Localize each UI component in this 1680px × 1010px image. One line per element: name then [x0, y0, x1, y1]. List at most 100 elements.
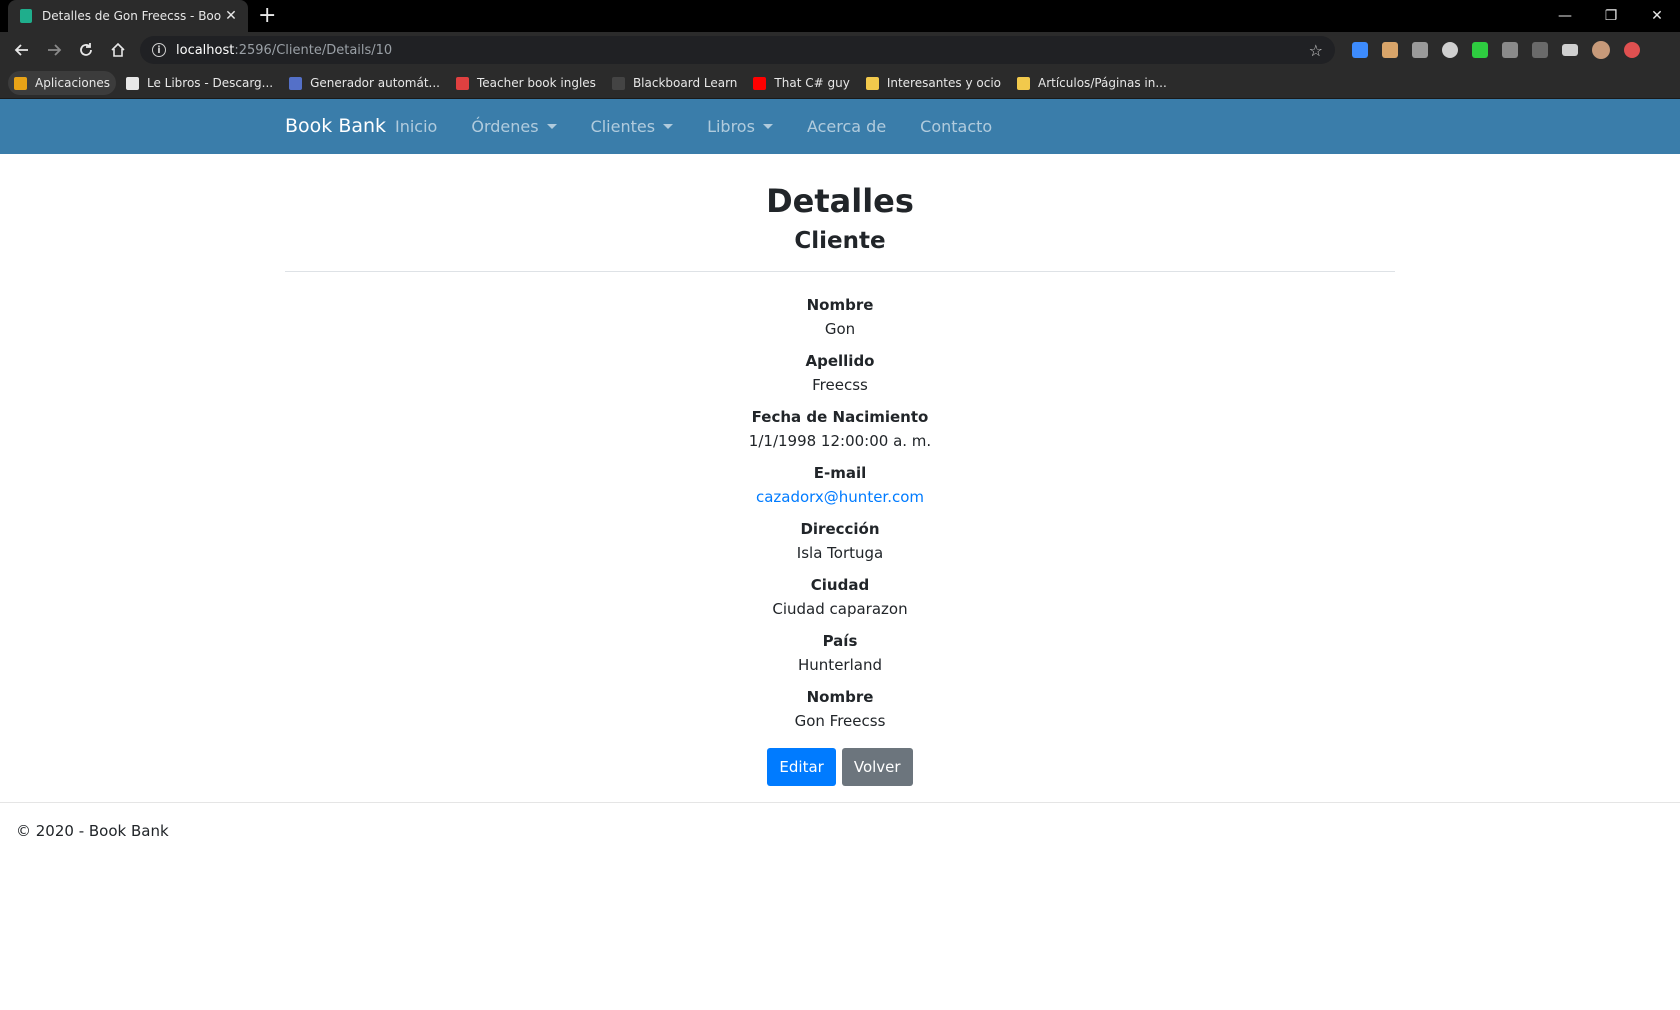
- field-value-email: cazadorx@hunter.com: [285, 485, 1395, 509]
- edit-button[interactable]: Editar: [767, 748, 836, 786]
- reload-icon: [80, 43, 92, 56]
- field-label-fecha-nacimiento: Fecha de Nacimiento: [751, 408, 929, 426]
- bookmark-label: Aplicaciones: [35, 76, 110, 90]
- field-label-apellido: Apellido: [805, 352, 875, 370]
- bookmark-label: That C# guy: [774, 76, 850, 90]
- nav-link-label: Contacto: [920, 117, 993, 136]
- address-bar[interactable]: i localhost:2596/Cliente/Details/10 ☆: [140, 36, 1335, 64]
- field-value-pais: Hunterland: [798, 656, 882, 674]
- forward-button[interactable]: [38, 34, 70, 66]
- caret-down-icon: [762, 124, 773, 129]
- nav-link-label: Clientes: [590, 117, 656, 136]
- field-label-pais: País: [822, 632, 858, 650]
- folder-icon: [865, 76, 879, 90]
- bookmark-apps[interactable]: Aplicaciones: [8, 71, 116, 95]
- back-link-button[interactable]: Volver: [841, 748, 913, 786]
- action-buttons: Editar Volver: [285, 748, 1395, 786]
- bookmark-label: Interesantes y ocio: [886, 76, 1001, 90]
- browser-toolbar: i localhost:2596/Cliente/Details/10 ☆: [0, 32, 1680, 68]
- field-label-nombre: Nombre: [806, 296, 874, 314]
- playlist-icon[interactable]: [1562, 44, 1578, 56]
- nav-dropdown-libros[interactable]: Libros: [707, 117, 773, 136]
- window-controls: — ❐ ✕: [1542, 0, 1680, 32]
- arrow-right-icon: [48, 44, 62, 56]
- home-button[interactable]: [102, 34, 134, 66]
- nav-links: Inicio Órdenes Clientes Libros Acerca de…: [395, 99, 1026, 154]
- field-value-ciudad: Ciudad caparazon: [772, 600, 908, 618]
- browser-tabstrip: Detalles de Gon Freecss - Book B ✕ + — ❐…: [0, 0, 1680, 32]
- field-value-apellido: Freecss: [812, 376, 868, 394]
- bookmarks-bar: Aplicaciones Le Libros - Descarg... Genera…: [0, 68, 1680, 99]
- extensions-area: [1345, 32, 1647, 68]
- extension-icon[interactable]: [1382, 42, 1398, 58]
- details-list: Nombre Gon Apellido Freecss Fecha de Nac…: [285, 293, 1395, 733]
- close-icon[interactable]: ✕: [222, 8, 240, 24]
- footer-text: © 2020 - Book Bank: [16, 822, 169, 840]
- avatar[interactable]: [1592, 41, 1610, 59]
- reload-button[interactable]: [70, 34, 102, 66]
- thumbs-up-icon[interactable]: [1472, 42, 1488, 58]
- bookmark-label: Le Libros - Descarg...: [146, 76, 274, 90]
- email-link[interactable]: cazadorx@hunter.com: [756, 488, 924, 506]
- bookmark-label: Artículos/Páginas in...: [1038, 76, 1167, 90]
- field-label-email: E-mail: [813, 464, 867, 482]
- bookmark-favicon-icon: [455, 76, 469, 90]
- nav-dropdown-clientes[interactable]: Clientes: [591, 117, 674, 136]
- bookmark-item[interactable]: Artículos/Páginas in...: [1011, 71, 1173, 95]
- field-label-direccion: Dirección: [800, 520, 880, 538]
- footer: © 2020 - Book Bank: [0, 803, 1680, 859]
- info-icon[interactable]: i: [152, 43, 166, 57]
- shield-icon[interactable]: [1352, 42, 1368, 58]
- bookmark-label: Blackboard Learn: [632, 76, 738, 90]
- folder-icon: [1017, 76, 1030, 90]
- nav-link-label: Libros: [707, 117, 755, 136]
- speaker-icon[interactable]: [1412, 42, 1428, 58]
- url-path: :2596/Cliente/Details/10: [234, 42, 393, 58]
- bookmark-item[interactable]: Le Libros - Descarg...: [120, 71, 279, 95]
- bookmark-item[interactable]: That C# guy: [747, 71, 855, 95]
- field-label-nombre-completo: Nombre: [806, 688, 874, 706]
- back-button[interactable]: [6, 34, 38, 66]
- divider: [285, 271, 1395, 272]
- nav-link-inicio[interactable]: Inicio: [395, 117, 437, 136]
- browser-tab[interactable]: Detalles de Gon Freecss - Book B ✕: [8, 0, 248, 32]
- bookmark-favicon-icon: [289, 76, 303, 90]
- drive-icon[interactable]: [1502, 42, 1518, 58]
- caret-down-icon: [663, 124, 674, 129]
- field-value-nombre: Gon: [824, 320, 856, 338]
- bookmark-favicon-icon: [611, 76, 625, 90]
- bookmark-item[interactable]: Blackboard Learn: [606, 71, 743, 95]
- caret-down-icon: [546, 124, 557, 129]
- new-tab-button[interactable]: +: [258, 4, 276, 28]
- main-content: Detalles Cliente Nombre Gon Apellido Fre…: [285, 180, 1395, 786]
- home-icon: [111, 42, 125, 57]
- bookmark-item[interactable]: Generador automát...: [283, 71, 446, 95]
- restore-button[interactable]: ❐: [1588, 0, 1634, 32]
- bookmark-favicon-icon: [753, 76, 767, 90]
- bookmark-label: Teacher book ingles: [476, 76, 596, 90]
- star-icon[interactable]: ☆: [1309, 41, 1323, 60]
- bookmark-item[interactable]: Teacher book ingles: [450, 71, 602, 95]
- arrow-left-icon: [14, 44, 28, 56]
- nav-link-contacto[interactable]: Contacto: [920, 117, 992, 136]
- field-label-ciudad: Ciudad: [810, 576, 870, 594]
- book-icon: [20, 9, 32, 23]
- site-navbar: Book Bank Inicio Órdenes Clientes Libros…: [0, 99, 1680, 154]
- nav-dropdown-ordenes[interactable]: Órdenes: [471, 117, 557, 136]
- page-title: Detalles: [766, 182, 914, 220]
- field-value-direccion: Isla Tortuga: [796, 544, 884, 562]
- apps-grid-icon: [14, 76, 27, 90]
- field-value-fecha-nacimiento: 1/1/1998 12:00:00 a. m.: [748, 432, 932, 450]
- close-window-button[interactable]: ✕: [1634, 0, 1680, 32]
- page-subtitle: Cliente: [794, 228, 886, 254]
- nav-link-acerca[interactable]: Acerca de: [807, 117, 886, 136]
- nav-link-label: Acerca de: [806, 117, 887, 136]
- nav-link-label: Órdenes: [471, 117, 539, 136]
- brand-link[interactable]: Book Bank: [285, 99, 386, 154]
- puzzle-icon[interactable]: [1532, 42, 1548, 58]
- update-icon[interactable]: [1624, 42, 1640, 58]
- chat-icon[interactable]: [1442, 42, 1458, 58]
- tab-title: Detalles de Gon Freecss - Book B: [42, 9, 222, 23]
- minimize-button[interactable]: —: [1542, 0, 1588, 32]
- bookmark-item[interactable]: Interesantes y ocio: [860, 71, 1007, 95]
